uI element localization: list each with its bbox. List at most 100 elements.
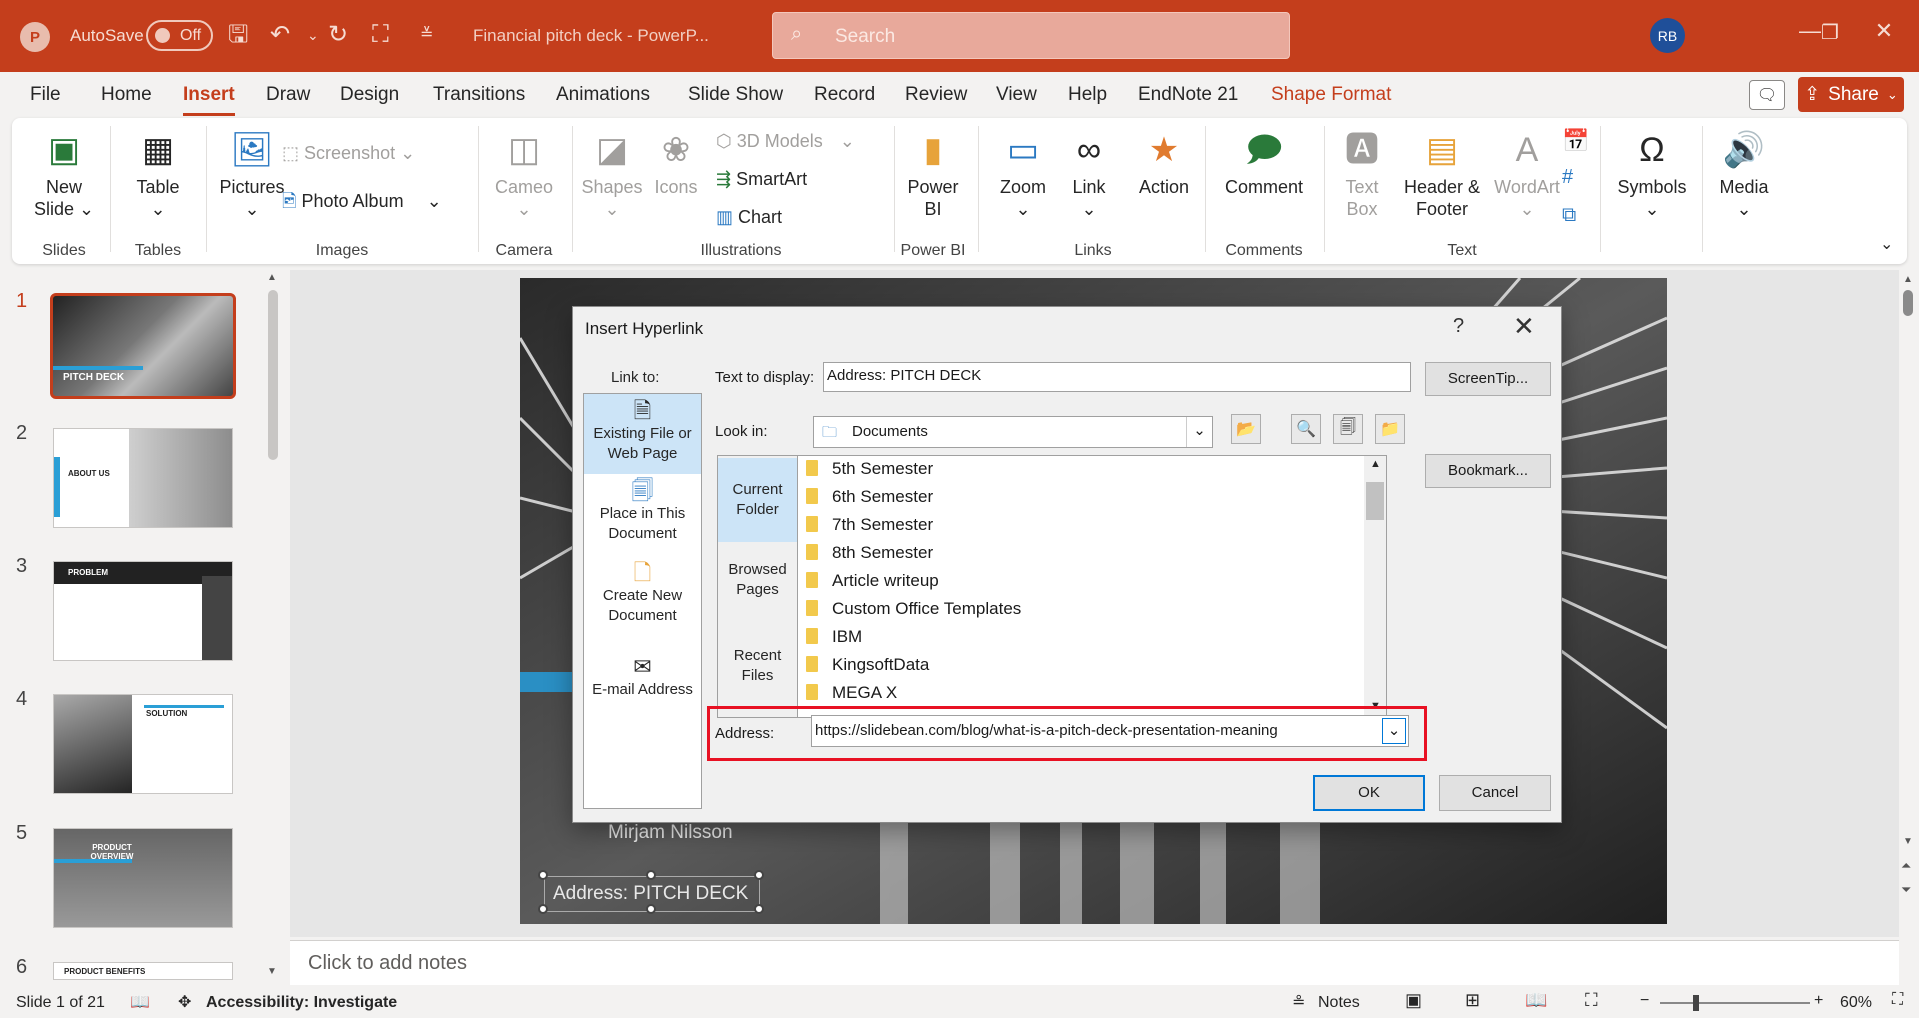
scroll-down-icon[interactable]: ▼ — [1903, 836, 1913, 847]
list-item[interactable]: IBM — [806, 623, 862, 651]
list-item[interactable]: 8th Semester — [806, 539, 933, 567]
resize-handle[interactable] — [646, 870, 656, 880]
nav-browsed-pages[interactable]: Browsed Pages — [718, 546, 797, 616]
slide-thumbnail[interactable]: ABOUT US — [53, 428, 233, 528]
symbols-button[interactable]: Ω Symbols ⌄ — [1608, 130, 1696, 220]
3d-models-button[interactable]: ⬡ 3D Models ⌄ — [716, 130, 855, 152]
notes-button[interactable]: Notes — [1318, 994, 1360, 1012]
zoom-slider[interactable] — [1660, 995, 1810, 1011]
next-slide-icon[interactable]: ⏷ — [1901, 882, 1911, 898]
tab-slide-show[interactable]: Slide Show — [688, 84, 783, 106]
link-button[interactable]: ∞ Link ⌄ — [1060, 130, 1118, 220]
resize-handle[interactable] — [538, 904, 548, 914]
list-item[interactable]: 5th Semester — [806, 455, 933, 483]
fit-to-window-icon[interactable]: ⛶ — [1892, 991, 1903, 1009]
tab-transitions[interactable]: Transitions — [433, 84, 525, 106]
accessibility-icon[interactable]: ✥ — [178, 992, 191, 1012]
text-box-button[interactable]: 🅰 Text Box — [1330, 130, 1394, 220]
reading-view-icon[interactable]: 📖 — [1525, 990, 1547, 1011]
date-time-icon[interactable]: 📅 — [1562, 130, 1589, 152]
resize-handle[interactable] — [754, 870, 764, 880]
undo-icon[interactable]: ↶ — [270, 20, 290, 50]
zoom-level[interactable]: 60% — [1840, 994, 1872, 1012]
scroll-down-icon[interactable]: ▼ — [267, 966, 277, 977]
search-box[interactable]: ⌕ Search — [772, 12, 1290, 59]
restore-icon[interactable]: ❐ — [1810, 20, 1850, 45]
tab-help[interactable]: Help — [1068, 84, 1107, 106]
list-item[interactable]: KingsoftData — [806, 651, 929, 679]
media-button[interactable]: 🔊 Media ⌄ — [1708, 130, 1780, 220]
close-icon[interactable]: ✕ — [1864, 18, 1904, 44]
tab-record[interactable]: Record — [814, 84, 875, 106]
zoom-button[interactable]: ▭ Zoom ⌄ — [988, 130, 1058, 220]
undo-dropdown-icon[interactable]: ⌄ — [307, 20, 319, 50]
chevron-down-icon[interactable]: ⌄ — [1186, 417, 1212, 447]
photo-album-button[interactable]: 🖻 Photo Album ⌄ — [282, 190, 442, 212]
up-folder-icon[interactable]: 📂 — [1231, 414, 1261, 444]
presenter-name[interactable]: Mirjam Nilsson — [608, 822, 733, 844]
collapse-ribbon-icon[interactable]: ⌄ — [1880, 234, 1893, 256]
slide-thumbnail[interactable]: SOLUTION — [53, 694, 233, 794]
tab-draw[interactable]: Draw — [266, 84, 310, 106]
tab-animations[interactable]: Animations — [556, 84, 650, 106]
slide-scrollbar[interactable]: ▲ ▼ ⏶ ⏷ — [1898, 270, 1919, 990]
icons-button[interactable]: ❀ Icons — [648, 130, 704, 198]
tab-shape-format[interactable]: Shape Format — [1271, 84, 1391, 106]
previous-slide-icon[interactable]: ⏶ — [1901, 858, 1911, 874]
present-icon[interactable]: ⛶ — [372, 20, 389, 50]
slide-thumbnail[interactable]: PRODUCT OVERVIEW — [53, 828, 233, 928]
tab-design[interactable]: Design — [340, 84, 399, 106]
cancel-button[interactable]: Cancel — [1439, 775, 1551, 811]
header-footer-button[interactable]: ▤ Header & Footer — [1398, 130, 1486, 220]
normal-view-icon[interactable]: ▣ — [1405, 990, 1422, 1011]
screenshot-button[interactable]: ⬚ Screenshot ⌄ — [282, 142, 415, 164]
spelling-icon[interactable]: 📖 — [130, 992, 150, 1012]
browse-web-icon[interactable]: 🔍 — [1291, 414, 1321, 444]
object-icon[interactable]: ⧉ — [1562, 204, 1576, 226]
slide-show-icon[interactable]: ⛶ — [1585, 990, 1598, 1011]
look-in-select[interactable]: Documents 🗀 ⌄ — [813, 416, 1213, 448]
link-to-new-document[interactable]: 🗋 Create New Document — [584, 560, 701, 634]
power-bi-button[interactable]: ▮ Power BI — [902, 130, 964, 220]
pictures-button[interactable]: 🖼 Pictures ⌄ — [212, 130, 292, 220]
text-to-display-input[interactable]: Address: PITCH DECK — [823, 362, 1411, 392]
browse-file-icon[interactable]: 🗐 — [1333, 414, 1363, 444]
ok-button[interactable]: OK — [1313, 775, 1425, 811]
dialog-close-icon[interactable]: ✕ — [1513, 311, 1535, 342]
scroll-up-icon[interactable]: ▲ — [1370, 458, 1381, 470]
help-button[interactable]: ? — [1453, 315, 1464, 338]
scroll-thumb[interactable] — [1903, 290, 1913, 316]
nav-current-folder[interactable]: Current Folder — [718, 458, 797, 542]
comment-button[interactable]: 🗩 Comment — [1212, 130, 1316, 198]
screentip-button[interactable]: ScreenTip... — [1425, 362, 1551, 396]
tab-insert[interactable]: Insert — [183, 84, 235, 116]
link-to-email[interactable]: ✉ E-mail Address — [584, 654, 701, 708]
user-avatar[interactable]: RB — [1650, 18, 1685, 53]
slide-number-icon[interactable]: # — [1562, 166, 1573, 188]
cameo-button[interactable]: ◫ Cameo ⌄ — [486, 130, 562, 220]
redo-icon[interactable]: ↻ — [328, 20, 348, 50]
notes-pane[interactable]: Click to add notes — [290, 940, 1899, 985]
list-item[interactable]: Custom Office Templates — [806, 595, 1021, 623]
share-button[interactable]: ⇪ Share ⌄ — [1798, 77, 1904, 112]
tab-home[interactable]: Home — [101, 84, 152, 106]
list-item[interactable]: 6th Semester — [806, 483, 933, 511]
chart-button[interactable]: ▥ Chart — [716, 206, 782, 228]
tab-file[interactable]: File — [30, 84, 61, 106]
list-item[interactable]: MEGA X — [806, 679, 897, 707]
tab-review[interactable]: Review — [905, 84, 967, 106]
nav-recent-files[interactable]: Recent Files — [718, 632, 797, 692]
scroll-thumb[interactable] — [1366, 482, 1384, 520]
slide-thumbnail[interactable]: PROBLEM — [53, 561, 233, 661]
slide-sorter-icon[interactable]: ⊞ — [1465, 990, 1480, 1011]
scroll-up-icon[interactable]: ▲ — [1903, 274, 1913, 285]
list-item[interactable]: Article writeup — [806, 567, 939, 595]
slide-thumbnail[interactable]: PITCH DECK — [50, 293, 236, 399]
slide-thumbnail[interactable]: PRODUCT BENEFITS — [53, 962, 233, 980]
resize-handle[interactable] — [754, 904, 764, 914]
bookmark-button[interactable]: Bookmark... — [1425, 454, 1551, 488]
link-to-existing-file[interactable]: 🗎 Existing File or Web Page — [584, 394, 701, 474]
wordart-button[interactable]: A WordArt ⌄ — [1488, 130, 1566, 220]
save-icon[interactable]: 🖫 — [228, 20, 248, 50]
smartart-button[interactable]: ⇶ SmartArt — [716, 168, 807, 190]
